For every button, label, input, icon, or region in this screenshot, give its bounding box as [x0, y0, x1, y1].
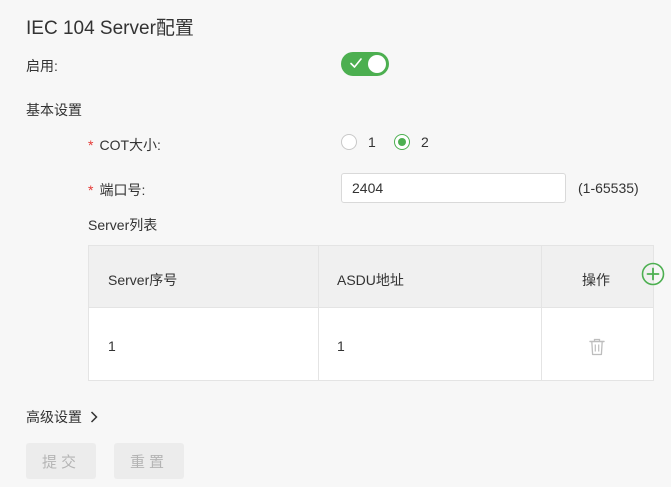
check-icon — [350, 58, 362, 68]
port-input[interactable] — [341, 173, 566, 203]
advanced-settings-toggle[interactable]: 高级设置 — [26, 407, 98, 427]
cot-size-label: * COT大小: — [88, 135, 161, 155]
reset-button[interactable]: 重置 — [114, 443, 184, 479]
radio-label: 1 — [368, 134, 376, 150]
toggle-knob — [368, 55, 386, 73]
row-asdu-address: 1 — [337, 338, 345, 354]
server-list-heading: Server列表 — [88, 217, 158, 233]
enable-label: 启用: — [26, 58, 58, 74]
column-divider — [541, 246, 542, 380]
page-title: IEC 104 Server配置 — [26, 18, 194, 39]
enable-toggle[interactable] — [341, 52, 389, 76]
radio-circle — [394, 134, 410, 150]
cot-size-label-text: COT大小: — [99, 137, 161, 153]
port-range-hint: (1-65535) — [578, 180, 639, 196]
radio-circle — [341, 134, 357, 150]
required-mark: * — [88, 137, 94, 153]
column-header-actions: 操作 — [582, 272, 610, 288]
radio-label: 2 — [421, 134, 429, 150]
column-divider — [318, 246, 319, 380]
column-header-server-index: Server序号 — [108, 272, 178, 288]
basic-settings-heading: 基本设置 — [26, 102, 82, 118]
iec104-server-config-page: IEC 104 Server配置 启用: 基本设置 * COT大小: 1 2 * 端… — [0, 0, 671, 487]
server-list-table: Server序号 ASDU地址 操作 1 1 — [88, 245, 654, 381]
column-header-asdu-address: ASDU地址 — [337, 272, 404, 288]
advanced-settings-label: 高级设置 — [26, 409, 82, 425]
row-server-index: 1 — [108, 338, 116, 354]
chevron-right-icon — [90, 411, 98, 423]
port-label: * 端口号: — [88, 180, 145, 200]
plus-circle-icon[interactable] — [641, 262, 665, 286]
submit-button[interactable]: 提交 — [26, 443, 96, 479]
trash-icon[interactable] — [588, 337, 606, 356]
cot-radio-2[interactable]: 2 — [394, 134, 429, 150]
required-mark: * — [88, 182, 94, 198]
cot-radio-1[interactable]: 1 — [341, 134, 376, 150]
port-label-text: 端口号: — [99, 182, 146, 198]
